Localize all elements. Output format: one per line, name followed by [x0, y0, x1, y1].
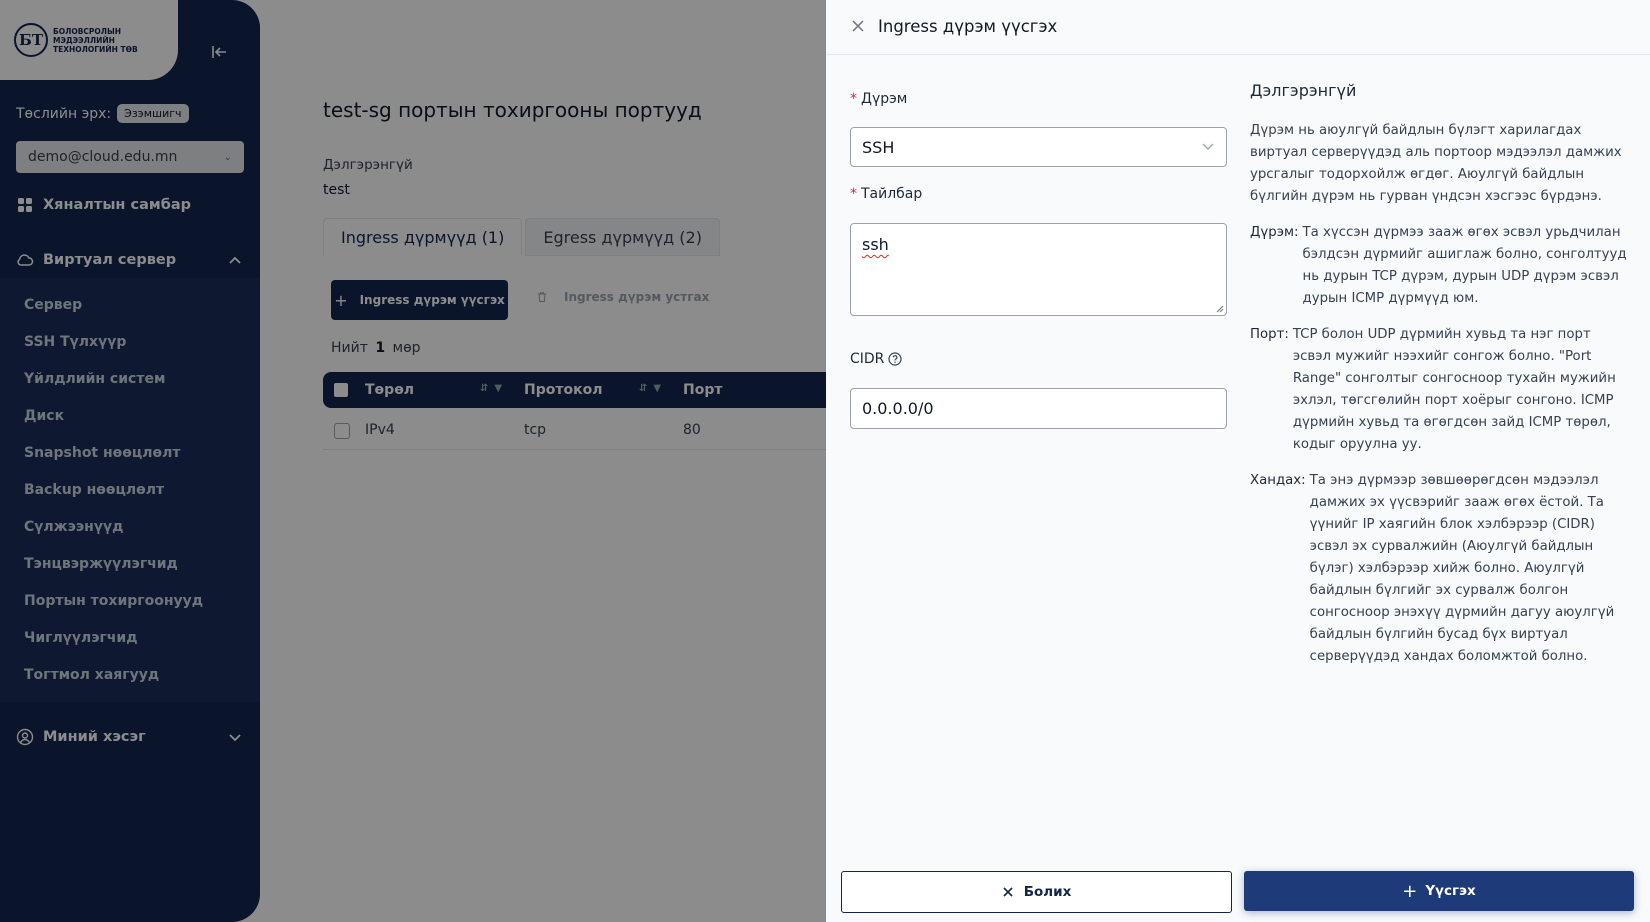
cidr-label-text: CIDR: [850, 351, 885, 367]
drawer-header: Ingress дүрэм үүсгэх: [826, 0, 1650, 55]
help-term-key: Дүрэм:: [1250, 225, 1299, 240]
resize-handle-icon[interactable]: [1216, 305, 1224, 313]
help-circle-icon[interactable]: [888, 352, 903, 366]
help-panel: Дэлгэрэнгүй Дүрэм нь аюулгүй байдлын бүл…: [1250, 80, 1630, 682]
description-textarea[interactable]: ssh: [850, 223, 1227, 316]
cidr-input[interactable]: 0.0.0.0/0: [850, 388, 1227, 429]
rule-select-value: SSH: [862, 137, 895, 157]
cancel-button[interactable]: Болих: [841, 871, 1232, 913]
required-marker: *: [850, 91, 857, 107]
rule-label-text: Дүрэм: [861, 91, 908, 107]
description-label-text: Тайлбар: [861, 186, 923, 202]
rule-select[interactable]: SSH: [850, 127, 1227, 167]
help-term-value: TCP болон UDP дүрмийн хувьд та нэг порт …: [1292, 327, 1616, 452]
drawer-title: Ingress дүрэм үүсгэх: [878, 17, 1058, 36]
description-field-label: * Тайлбар: [850, 186, 922, 202]
cidr-field-label: CIDR: [850, 351, 903, 367]
help-term-rule: Дүрэм: Та хүссэн дүрмээ зааж өгөх эсвэл …: [1250, 222, 1630, 310]
help-term-value: Та энэ дүрмээр зөвшөөрөгдсөн мэдээлэл да…: [1309, 473, 1615, 664]
help-term-port: Порт: TCP болон UDP дүрмийн хувьд та нэг…: [1250, 324, 1630, 456]
cidr-input-value: 0.0.0.0/0: [862, 399, 934, 418]
help-term-access: Хандах: Та энэ дүрмээр зөвшөөрөгдсөн мэд…: [1250, 470, 1630, 668]
drawer-footer: Болих + Үүсгэх: [826, 861, 1650, 922]
help-term-value: Та хүссэн дүрмээ зааж өгөх эсвэл урьдчил…: [1302, 225, 1627, 306]
modal-overlay[interactable]: [0, 0, 826, 922]
close-icon: [1003, 887, 1013, 897]
chevron-down-icon: [1202, 143, 1214, 150]
help-intro: Дүрэм нь аюулгүй байдлын бүлэгт харилагд…: [1250, 123, 1622, 204]
create-ingress-rule-drawer: Ingress дүрэм үүсгэх * Дүрэм SSH * Тайлбар…: [826, 0, 1650, 922]
description-textarea-value: ssh: [862, 235, 889, 254]
rule-field-label: * Дүрэм: [850, 91, 907, 107]
help-term-key: Хандах:: [1250, 473, 1306, 488]
required-marker: *: [850, 186, 857, 202]
create-button[interactable]: + Үүсгэх: [1244, 871, 1634, 911]
close-icon[interactable]: [850, 18, 866, 34]
cancel-button-label: Болих: [1023, 884, 1072, 900]
help-term-key: Порт:: [1250, 327, 1289, 342]
plus-icon: +: [1402, 880, 1418, 902]
help-title: Дэлгэрэнгүй: [1250, 81, 1357, 100]
create-button-label: Үүсгэх: [1425, 883, 1476, 899]
